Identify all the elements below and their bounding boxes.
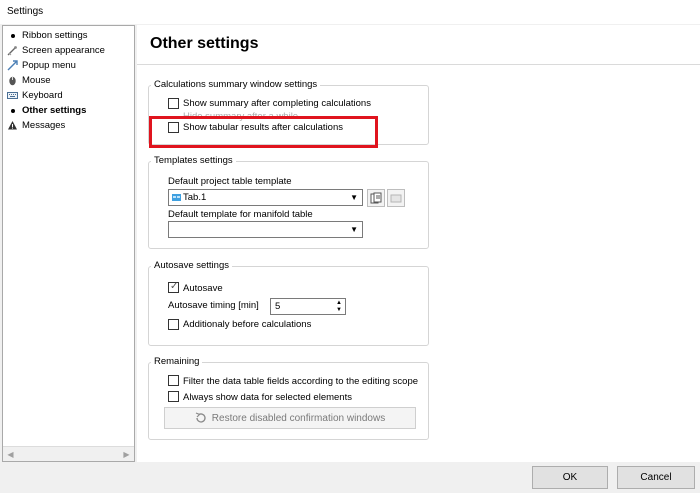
page-header: Other settings xyxy=(137,25,700,65)
settings-sidebar: Ribbon settings Screen appearance Popup … xyxy=(2,25,135,462)
autosave-timing-value: 5 xyxy=(275,301,281,312)
sidebar-item-label: Keyboard xyxy=(22,90,63,101)
autosave-timing-spinner[interactable]: 5 ▲ ▼ xyxy=(270,298,346,315)
title-bar: Settings xyxy=(0,0,700,24)
edit-template-icon xyxy=(370,192,382,204)
sidebar-horizontal-scrollbar[interactable]: ◀ ▶ xyxy=(3,446,134,461)
sidebar-item-label: Mouse xyxy=(22,75,51,86)
cancel-label: Cancel xyxy=(640,472,672,483)
before-calc-label: Additionaly before calculations xyxy=(183,319,312,330)
calculations-summary-legend: Calculations summary window settings xyxy=(151,79,321,90)
show-summary-checkbox[interactable] xyxy=(168,98,179,109)
table-template-icon xyxy=(172,193,181,201)
sidebar-item-label: Other settings xyxy=(22,105,87,116)
sidebar-item-messages[interactable]: Messages xyxy=(7,118,65,133)
keyboard-icon xyxy=(7,90,18,101)
chevron-down-icon: ▼ xyxy=(350,225,358,234)
sidebar-item-popup-menu[interactable]: Popup menu xyxy=(7,58,76,73)
sidebar-item-label: Ribbon settings xyxy=(22,30,88,41)
sidebar-item-label: Popup menu xyxy=(22,60,76,71)
sidebar-item-other-settings[interactable]: Other settings xyxy=(7,103,86,118)
restore-confirmations-label: Restore disabled confirmation windows xyxy=(211,412,386,424)
template-folder-button[interactable] xyxy=(387,189,405,207)
screen-appearance-icon xyxy=(7,45,18,56)
sidebar-item-mouse[interactable]: Mouse xyxy=(7,73,51,88)
ok-label: OK xyxy=(562,472,578,483)
remaining-legend: Remaining xyxy=(151,356,203,367)
chevron-down-icon: ▼ xyxy=(350,193,358,202)
manifold-template-select[interactable]: ▼ xyxy=(168,221,363,238)
messages-icon xyxy=(7,120,18,131)
spin-up-icon[interactable]: ▲ xyxy=(336,300,342,307)
cancel-button[interactable]: Cancel xyxy=(617,466,695,489)
project-template-select[interactable]: Tab.1 ▼ xyxy=(168,189,363,206)
show-summary-label: Show summary after completing calculatio… xyxy=(183,98,371,109)
window-title: Settings xyxy=(7,6,44,17)
popup-menu-icon xyxy=(7,60,18,71)
highlight-box xyxy=(149,116,378,148)
sidebar-item-screen-appearance[interactable]: Screen appearance xyxy=(7,43,105,58)
bullet-icon xyxy=(7,105,18,116)
always-show-label: Always show data for selected elements xyxy=(183,392,352,403)
always-show-checkbox[interactable] xyxy=(168,391,179,402)
sidebar-item-label: Messages xyxy=(22,120,66,131)
edit-template-button[interactable] xyxy=(367,189,385,207)
restore-confirmations-button[interactable]: Restore disabled confirmation windows xyxy=(164,407,416,429)
filter-fields-checkbox[interactable] xyxy=(168,375,179,386)
sidebar-item-keyboard[interactable]: Keyboard xyxy=(7,88,63,103)
autosave-timing-label: Autosave timing [min] xyxy=(168,300,259,311)
autosave-settings-legend: Autosave settings xyxy=(151,260,232,271)
folder-icon xyxy=(390,194,402,203)
mouse-icon xyxy=(7,75,18,86)
page-title: Other settings xyxy=(150,35,259,52)
filter-fields-label: Filter the data table fields according t… xyxy=(183,376,419,387)
project-template-label: Default project table template xyxy=(168,176,292,187)
spin-down-icon[interactable]: ▼ xyxy=(336,307,342,314)
ok-button[interactable]: OK xyxy=(532,466,608,489)
autosave-checkbox[interactable] xyxy=(168,281,179,293)
sidebar-item-label: Screen appearance xyxy=(22,45,105,56)
restore-icon xyxy=(195,412,206,423)
manifold-template-label: Default template for manifold table xyxy=(168,209,313,220)
autosave-label: Autosave xyxy=(183,283,223,294)
templates-settings-legend: Templates settings xyxy=(151,155,236,166)
scroll-right-icon[interactable]: ▶ xyxy=(121,449,132,460)
bullet-icon xyxy=(7,30,18,41)
sidebar-item-ribbon-settings[interactable]: Ribbon settings xyxy=(7,28,87,43)
before-calc-checkbox[interactable] xyxy=(168,319,179,330)
scroll-left-icon[interactable]: ◀ xyxy=(5,449,16,460)
project-template-value: Tab.1 xyxy=(183,192,207,203)
